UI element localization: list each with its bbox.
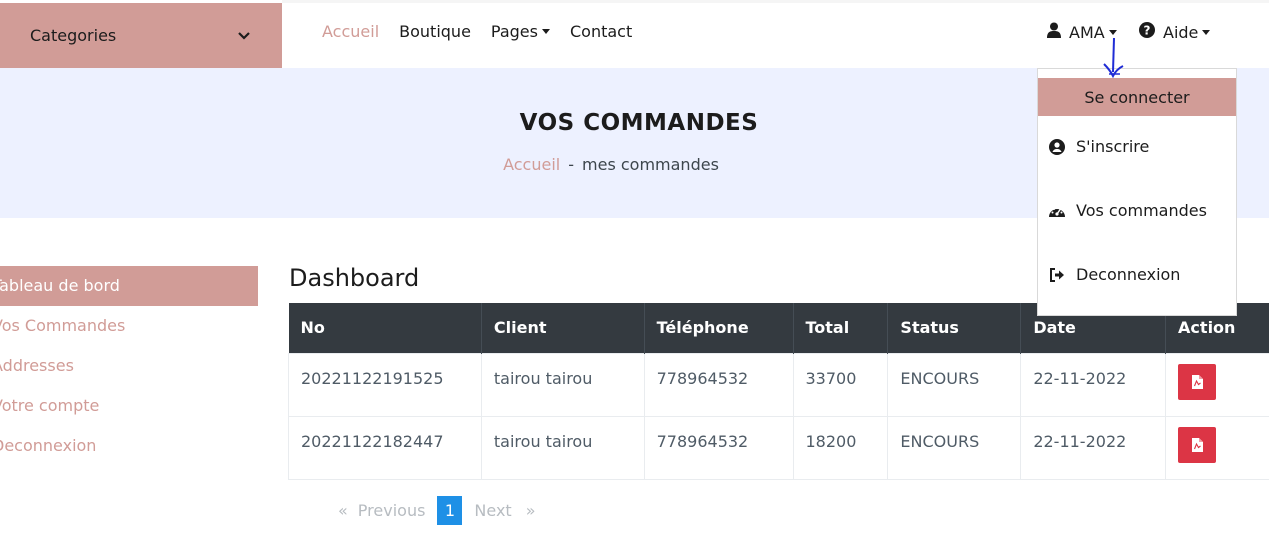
sidebar-item-addresses[interactable]: Addresses [0, 346, 258, 386]
top-navbar: Categories Accueil Boutique Pages Contac… [0, 0, 1269, 68]
dropdown-item-orders[interactable]: Vos commandes [1048, 201, 1207, 220]
main-nav: Accueil Boutique Pages Contact [322, 22, 652, 41]
column-header-status[interactable]: Status [887, 303, 1022, 353]
pagination-last[interactable]: » [526, 501, 536, 520]
question-circle-icon: ? [1139, 22, 1155, 42]
orders-table: No Client Téléphone Total Status Date Ac… [288, 303, 1269, 480]
sidebar-item-orders[interactable]: Vos Commandes [0, 306, 258, 346]
help-menu-toggle[interactable]: ? Aide [1139, 22, 1211, 42]
order-phone: 778964532 [643, 352, 794, 417]
nav-item-accueil[interactable]: Accueil [322, 22, 379, 41]
table-row: 20221122182447 tairou tairou 778964532 1… [288, 415, 1269, 480]
order-number: 20221122182447 [288, 415, 482, 480]
breadcrumb-home-link[interactable]: Accueil [503, 155, 560, 174]
sign-out-icon [1048, 266, 1066, 284]
order-number: 20221122191525 [288, 352, 482, 417]
pdf-icon [1191, 437, 1203, 452]
user-icon [1047, 22, 1061, 42]
pagination: « Previous 1 Next » [338, 496, 546, 525]
column-header-phone[interactable]: Téléphone [644, 303, 794, 353]
column-header-no[interactable]: No [288, 303, 482, 353]
pagination-next[interactable]: Next [474, 501, 511, 520]
table-row: 20221122191525 tairou tairou 778964532 3… [288, 352, 1269, 417]
pdf-icon [1191, 374, 1203, 389]
user-circle-icon [1048, 138, 1066, 156]
nav-item-pages[interactable]: Pages [491, 22, 550, 41]
pagination-previous[interactable]: Previous [358, 501, 426, 520]
account-sidebar: Tableau de bord Vos Commandes Addresses … [0, 266, 258, 466]
column-header-total[interactable]: Total [793, 303, 889, 353]
order-action-cell [1165, 415, 1269, 480]
caret-down-icon [1202, 29, 1211, 35]
categories-label: Categories [30, 26, 117, 45]
order-client: tairou tairou [480, 352, 645, 417]
column-header-client[interactable]: Client [481, 303, 645, 353]
order-status: ENCOURS [887, 415, 1022, 480]
svg-text:?: ? [1144, 24, 1151, 38]
order-total: 33700 [792, 352, 889, 417]
dropdown-login-item[interactable]: Se connecter [1038, 78, 1236, 116]
nav-item-contact[interactable]: Contact [570, 22, 632, 41]
breadcrumb-separator: - [568, 155, 575, 174]
download-pdf-button[interactable] [1178, 426, 1217, 463]
pagination-current-page[interactable]: 1 [437, 496, 463, 525]
sidebar-item-account[interactable]: Votre compte [0, 386, 258, 426]
caret-down-icon [1108, 29, 1117, 35]
topbar-divider [282, 0, 1269, 3]
dashboard-title: Dashboard [289, 264, 420, 292]
categories-toggle[interactable]: Categories [0, 3, 282, 68]
caret-down-icon [541, 29, 550, 34]
order-date: 22-11-2022 [1020, 352, 1167, 417]
order-phone: 778964532 [643, 415, 794, 480]
order-action-cell [1165, 352, 1269, 417]
chevron-down-icon [236, 28, 252, 44]
pagination-first[interactable]: « [338, 501, 348, 520]
order-total: 18200 [792, 415, 889, 480]
breadcrumb-current: mes commandes [582, 155, 719, 174]
user-dropdown-menu: Se connecter S'inscrire Vos commandes De… [1037, 68, 1237, 316]
order-date: 22-11-2022 [1020, 415, 1167, 480]
dropdown-item-logout[interactable]: Deconnexion [1048, 265, 1180, 284]
dashboard-gauge-icon [1048, 202, 1066, 220]
help-label: Aide [1163, 22, 1199, 42]
order-client: tairou tairou [480, 415, 645, 480]
annotation-arrow-icon [1103, 38, 1124, 79]
sidebar-item-logout[interactable]: Deconnexion [0, 426, 258, 466]
download-pdf-button[interactable] [1178, 363, 1217, 400]
dropdown-item-register[interactable]: S'inscrire [1048, 137, 1149, 156]
order-status: ENCOURS [887, 352, 1022, 417]
nav-item-boutique[interactable]: Boutique [399, 22, 471, 41]
sidebar-item-dashboard[interactable]: Tableau de bord [0, 266, 258, 306]
